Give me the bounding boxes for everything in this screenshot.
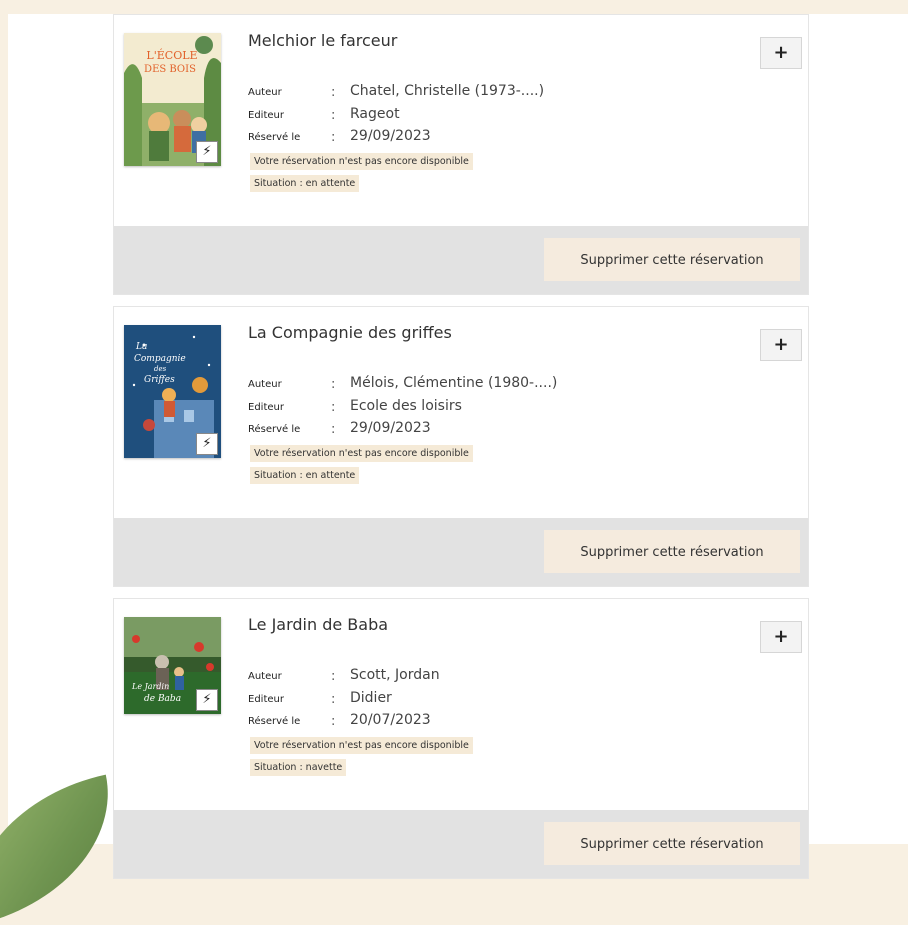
publisher-value: Rageot (350, 106, 400, 122)
delete-reservation-button[interactable]: Supprimer cette réservation (544, 238, 800, 281)
reservation-card: L'ÉCOLE DES BOIS ⚡ Melchior le farceur +… (113, 14, 809, 295)
author-label: Auteur (248, 671, 282, 682)
reservation-actions: Supprimer cette réservation (114, 810, 808, 878)
cover-title-line: DES BOIS (144, 64, 196, 75)
plus-icon: + (773, 334, 789, 355)
separator: : (331, 85, 336, 100)
reserved-label: Réservé le (248, 716, 301, 727)
status-badge: Situation : en attente (250, 467, 360, 484)
separator: : (331, 377, 336, 392)
details-button[interactable]: + (760, 329, 802, 361)
separator: : (331, 400, 336, 415)
book-cover-melchior[interactable]: L'ÉCOLE DES BOIS ⚡ (124, 33, 221, 166)
reservation-card: Le Jardin de Baba ⚡ Le Jardin de Baba + … (113, 598, 809, 879)
author-value: Mélois, Clémentine (1980-....) (350, 375, 558, 391)
book-cover-jardin[interactable]: Le Jardin de Baba ⚡ (124, 617, 221, 714)
separator: : (331, 669, 336, 684)
reservation-details: La Compagnie des Griffes ⚡ La Compagnie … (114, 307, 808, 518)
cover-title-line: des (154, 365, 167, 373)
lightning-icon[interactable]: ⚡ (196, 141, 218, 163)
cover-title-line: de Baba (144, 694, 181, 704)
details-button[interactable]: + (760, 621, 802, 653)
publisher-label: Editeur (248, 694, 284, 705)
lightning-icon[interactable]: ⚡ (196, 689, 218, 711)
separator: : (331, 108, 336, 123)
availability-badge: Votre réservation n'est pas encore dispo… (250, 737, 473, 754)
separator: : (331, 714, 336, 729)
reserved-label: Réservé le (248, 424, 301, 435)
separator: : (331, 422, 336, 437)
publisher-value: Ecole des loisirs (350, 398, 462, 414)
book-title[interactable]: Le Jardin de Baba (248, 615, 388, 634)
publisher-value: Didier (350, 690, 392, 706)
availability-badge: Votre réservation n'est pas encore dispo… (250, 153, 473, 170)
reservation-actions: Supprimer cette réservation (114, 226, 808, 294)
book-title[interactable]: La Compagnie des griffes (248, 323, 452, 342)
author-label: Auteur (248, 87, 282, 98)
publisher-label: Editeur (248, 110, 284, 121)
status-badge: Situation : navette (250, 759, 347, 776)
separator: : (331, 130, 336, 145)
reservation-card: La Compagnie des Griffes ⚡ La Compagnie … (113, 306, 809, 587)
reservation-actions: Supprimer cette réservation (114, 518, 808, 586)
publisher-label: Editeur (248, 402, 284, 413)
reserved-label: Réservé le (248, 132, 301, 143)
reserved-date-value: 29/09/2023 (350, 420, 431, 436)
cover-title-line: La (135, 342, 147, 352)
book-cover-compagnie[interactable]: La Compagnie des Griffes ⚡ (124, 325, 221, 458)
reserved-date-value: 29/09/2023 (350, 128, 431, 144)
status-badge: Situation : en attente (250, 175, 360, 192)
plus-icon: + (773, 626, 789, 647)
cover-title-line: Le Jardin (131, 682, 169, 691)
author-value: Chatel, Christelle (1973-....) (350, 83, 545, 99)
author-value: Scott, Jordan (350, 667, 440, 683)
reserved-date-value: 20/07/2023 (350, 712, 431, 728)
book-title[interactable]: Melchior le farceur (248, 31, 397, 50)
author-label: Auteur (248, 379, 282, 390)
cover-title-line: Griffes (144, 375, 175, 385)
reservation-details: L'ÉCOLE DES BOIS ⚡ Melchior le farceur +… (114, 15, 808, 226)
reservation-details: Le Jardin de Baba ⚡ Le Jardin de Baba + … (114, 599, 808, 810)
lightning-icon[interactable]: ⚡ (196, 433, 218, 455)
cover-title-line: Compagnie (134, 354, 186, 364)
plus-icon: + (773, 42, 789, 63)
delete-reservation-button[interactable]: Supprimer cette réservation (544, 530, 800, 573)
details-button[interactable]: + (760, 37, 802, 69)
availability-badge: Votre réservation n'est pas encore dispo… (250, 445, 473, 462)
separator: : (331, 692, 336, 707)
cover-title-line: L'ÉCOLE (146, 48, 197, 62)
